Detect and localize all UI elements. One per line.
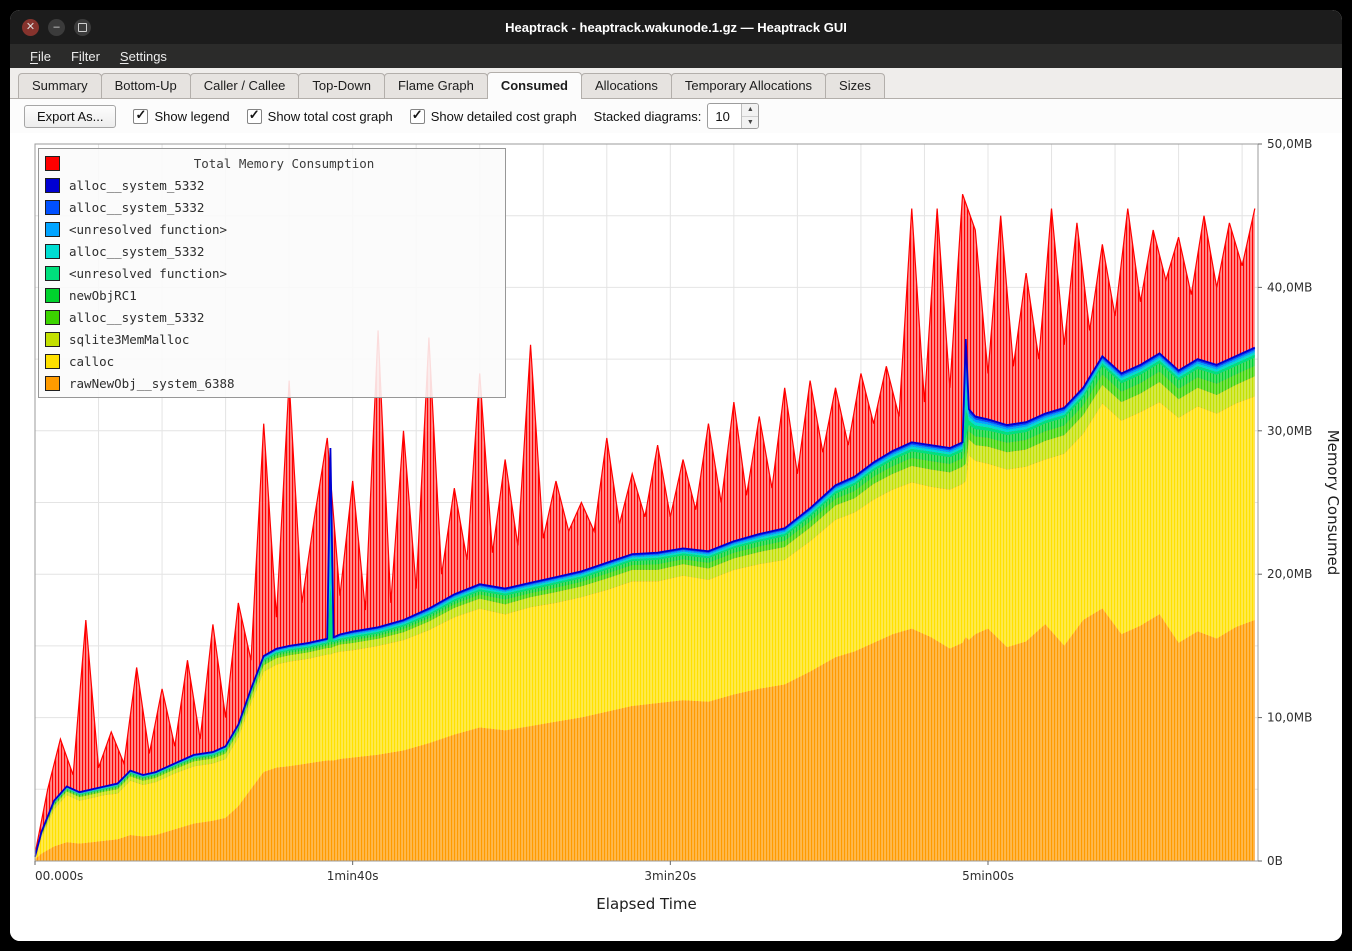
legend-item: alloc__system_5332 — [45, 306, 499, 328]
tab-flame-graph[interactable]: Flame Graph — [384, 73, 488, 98]
y-tick-label: 50,0MB — [1267, 137, 1312, 151]
legend-label: alloc__system_5332 — [69, 200, 204, 215]
heaptrack-window: ✕ – Heaptrack - heaptrack.wakunode.1.gz … — [10, 10, 1342, 941]
menu-settings[interactable]: Settings — [112, 47, 175, 66]
tab-top-down[interactable]: Top-Down — [298, 73, 385, 98]
tab-allocations[interactable]: Allocations — [581, 73, 672, 98]
legend-swatch — [45, 354, 60, 369]
legend-swatch — [45, 332, 60, 347]
window-title: Heaptrack - heaptrack.wakunode.1.gz — He… — [505, 20, 847, 35]
y-tick-label: 20,0MB — [1267, 567, 1312, 581]
spin-down-button[interactable]: ▼ — [742, 117, 758, 129]
menubar: File Filter Settings — [10, 44, 1342, 68]
legend-item: alloc__system_5332 — [45, 240, 499, 262]
check-icon: ✓ — [249, 107, 260, 123]
legend-label: alloc__system_5332 — [69, 310, 204, 325]
menu-file[interactable]: File — [22, 47, 59, 66]
tabbar: Summary Bottom-Up Caller / Callee Top-Do… — [10, 68, 1342, 99]
legend-label: alloc__system_5332 — [69, 244, 204, 259]
y-tick-label: 0B — [1267, 854, 1283, 868]
y-tick-label: 30,0MB — [1267, 424, 1312, 438]
legend-swatch — [45, 222, 60, 237]
legend-swatch — [45, 178, 60, 193]
x-tick-label: 5min00s — [962, 869, 1014, 883]
chart-area: 0B 10,0MB 20,0MB 30,0MB 40,0MB 50,0MB 00.000s 1… — [10, 133, 1342, 941]
legend-item: alloc__system_5332 — [45, 174, 499, 196]
stacked-diagrams-input[interactable] — [708, 104, 741, 128]
legend-item: alloc__system_5332 — [45, 196, 499, 218]
legend-swatch — [45, 200, 60, 215]
legend-item: calloc — [45, 350, 499, 372]
x-axis: 00.000s 1min40s 3min20s 5min00s — [35, 861, 1014, 883]
maximize-icon — [78, 23, 87, 32]
y-tick-label: 40,0MB — [1267, 280, 1312, 294]
tab-caller-callee[interactable]: Caller / Callee — [190, 73, 300, 98]
legend-item: newObjRC1 — [45, 284, 499, 306]
legend-swatch — [45, 266, 60, 281]
window-controls: ✕ – — [22, 10, 91, 44]
legend-label: <unresolved function> — [69, 222, 227, 237]
spin-up-button[interactable]: ▲ — [742, 104, 758, 117]
checkbox-label: Show total cost graph — [268, 109, 393, 124]
tab-temporary-allocations[interactable]: Temporary Allocations — [671, 73, 826, 98]
show-total-cost-checkbox[interactable]: ✓ Show total cost graph — [247, 109, 393, 124]
spin-buttons: ▲ ▼ — [741, 104, 758, 128]
legend-label: rawNewObj__system_6388 — [69, 376, 235, 391]
check-icon: ✓ — [136, 107, 147, 123]
tab-sizes[interactable]: Sizes — [825, 73, 885, 98]
menu-filter[interactable]: Filter — [63, 47, 108, 66]
checkbox-label: Show detailed cost graph — [431, 109, 577, 124]
x-axis-title: Elapsed Time — [596, 895, 696, 913]
legend-swatch — [45, 376, 60, 391]
legend-item: <unresolved function> — [45, 218, 499, 240]
checkbox-indicator: ✓ — [247, 109, 262, 124]
legend-label: Total Memory Consumption — [69, 156, 499, 171]
y-axis: 0B 10,0MB 20,0MB 30,0MB 40,0MB 50,0MB — [1258, 137, 1312, 868]
checkbox-label: Show legend — [154, 109, 229, 124]
show-detailed-cost-checkbox[interactable]: ✓ Show detailed cost graph — [410, 109, 577, 124]
chart-legend: Total Memory Consumption alloc__system_53… — [38, 148, 506, 398]
stacked-diagrams-label: Stacked diagrams: — [594, 109, 702, 124]
y-axis-title: Memory Consumed — [1324, 430, 1342, 576]
x-tick-label: 3min20s — [644, 869, 696, 883]
legend-label: alloc__system_5332 — [69, 178, 204, 193]
titlebar[interactable]: ✕ – Heaptrack - heaptrack.wakunode.1.gz … — [10, 10, 1342, 44]
x-tick-label: 00.000s — [35, 869, 83, 883]
legend-item: rawNewObj__system_6388 — [45, 372, 499, 394]
export-as-button[interactable]: Export As... — [24, 105, 116, 128]
legend-title-row: Total Memory Consumption — [45, 152, 499, 174]
checkbox-indicator: ✓ — [410, 109, 425, 124]
stacked-diagrams-spinbox: ▲ ▼ — [707, 103, 759, 129]
legend-item: sqlite3MemMalloc — [45, 328, 499, 350]
minimize-button[interactable]: – — [48, 19, 65, 36]
legend-swatch — [45, 244, 60, 259]
maximize-button[interactable] — [74, 19, 91, 36]
tab-bottom-up[interactable]: Bottom-Up — [101, 73, 191, 98]
y-tick-label: 10,0MB — [1267, 711, 1312, 725]
x-tick-label: 1min40s — [327, 869, 379, 883]
check-icon: ✓ — [412, 107, 423, 123]
legend-label: <unresolved function> — [69, 266, 227, 281]
close-button[interactable]: ✕ — [22, 19, 39, 36]
legend-item: <unresolved function> — [45, 262, 499, 284]
stacked-areas — [35, 339, 1255, 861]
tab-summary[interactable]: Summary — [18, 73, 102, 98]
legend-swatch — [45, 156, 60, 171]
tab-consumed[interactable]: Consumed — [487, 72, 582, 99]
legend-label: newObjRC1 — [69, 288, 137, 303]
legend-label: sqlite3MemMalloc — [69, 332, 189, 347]
legend-swatch — [45, 288, 60, 303]
legend-swatch — [45, 310, 60, 325]
show-legend-checkbox[interactable]: ✓ Show legend — [133, 109, 229, 124]
checkbox-indicator: ✓ — [133, 109, 148, 124]
chart-toolbar: Export As... ✓ Show legend ✓ Show total … — [10, 99, 1342, 133]
legend-label: calloc — [69, 354, 114, 369]
